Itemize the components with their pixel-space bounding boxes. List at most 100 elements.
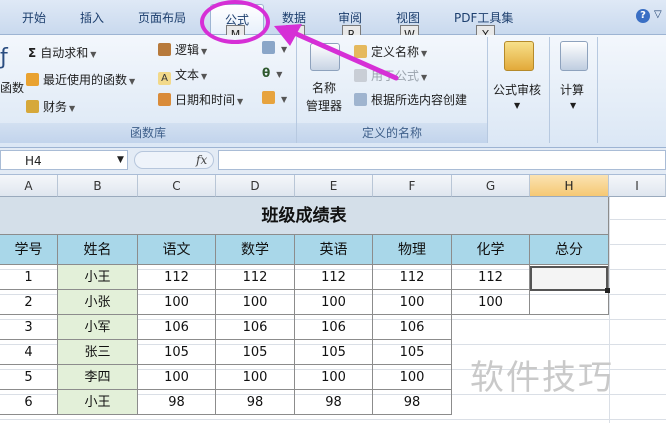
more-functions-button[interactable]: ▼: [262, 91, 287, 105]
sigma-icon: Σ: [28, 46, 37, 60]
table-cell[interactable]: 4: [0, 340, 58, 365]
autosum-label: 自动求和: [40, 46, 89, 60]
calculation-button[interactable]: 计算: [560, 81, 584, 98]
calculation-dropdown[interactable]: ▼: [570, 101, 576, 110]
table-cell[interactable]: 李四: [58, 365, 138, 390]
financial-icon: [26, 100, 39, 113]
group-divider: [597, 37, 598, 143]
table-cell[interactable]: 112: [216, 265, 295, 290]
table-cell[interactable]: 小王: [58, 390, 138, 415]
column-header-c[interactable]: C: [138, 175, 216, 197]
header-cell[interactable]: 数学: [216, 235, 295, 265]
table-cell[interactable]: 106: [216, 315, 295, 340]
table-cell[interactable]: 98: [216, 390, 295, 415]
recent-functions-button[interactable]: 最近使用的函数 ▼: [26, 71, 135, 88]
autosum-button[interactable]: Σ 自动求和 ▼: [28, 44, 96, 61]
create-from-selection-label: 根据所选内容创建: [371, 93, 468, 107]
active-cell-selection[interactable]: [530, 266, 608, 291]
calculator-icon: [560, 41, 588, 71]
financial-button[interactable]: 财务 ▼: [26, 98, 75, 115]
group-divider: [487, 37, 488, 143]
column-header-d[interactable]: D: [216, 175, 295, 197]
help-icon[interactable]: ?: [636, 9, 650, 23]
table-cell[interactable]: 112: [295, 265, 373, 290]
name-box-value: H4: [25, 154, 42, 168]
chevron-down-icon[interactable]: ▼: [117, 155, 124, 165]
header-cell[interactable]: 姓名: [58, 235, 138, 265]
datetime-button[interactable]: 日期和时间 ▼: [158, 91, 243, 108]
table-cell[interactable]: 小军: [58, 315, 138, 340]
datetime-icon: [158, 93, 171, 106]
table-cell[interactable]: 100: [216, 365, 295, 390]
group-label-function-library: 函数库: [0, 123, 296, 143]
financial-label: 财务: [43, 100, 68, 114]
column-header-b[interactable]: B: [58, 175, 138, 197]
fill-handle[interactable]: [605, 288, 610, 293]
table-cell[interactable]: 3: [0, 315, 58, 340]
insert-function-fx-icon[interactable]: fx: [196, 153, 207, 167]
star-icon: [26, 73, 39, 86]
formula-auditing-dropdown[interactable]: ▼: [514, 101, 520, 110]
header-cell[interactable]: 物理: [373, 235, 452, 265]
table-cell[interactable]: 100: [295, 365, 373, 390]
table-cell[interactable]: 100: [138, 365, 216, 390]
ribbon-minimize-icon[interactable]: ▽: [654, 9, 662, 20]
name-box[interactable]: H4 ▼: [0, 150, 128, 170]
column-header-f[interactable]: F: [373, 175, 452, 197]
table-cell[interactable]: 105: [138, 340, 216, 365]
table-cell[interactable]: 100: [216, 290, 295, 315]
table-cell[interactable]: 98: [138, 390, 216, 415]
table-cell[interactable]: 98: [373, 390, 452, 415]
watermark-text: 软件技巧: [470, 358, 614, 398]
table-cell[interactable]: 100: [452, 290, 530, 315]
formula-auditing-icon: [504, 41, 534, 71]
table-cell[interactable]: 100: [373, 365, 452, 390]
column-header-i[interactable]: I: [609, 175, 666, 197]
table-cell[interactable]: 112: [373, 265, 452, 290]
table-cell[interactable]: 106: [295, 315, 373, 340]
sheet-title[interactable]: 班级成绩表: [0, 197, 609, 235]
tab-page-layout[interactable]: 页面布局: [138, 9, 186, 26]
column-header-a[interactable]: A: [0, 175, 58, 197]
create-from-selection-button[interactable]: 根据所选内容创建: [354, 91, 467, 108]
table-cell[interactable]: 5: [0, 365, 58, 390]
table-cell[interactable]: 106: [373, 315, 452, 340]
table-cell[interactable]: 1: [0, 265, 58, 290]
formula-input[interactable]: [218, 150, 666, 170]
header-cell[interactable]: 化学: [452, 235, 530, 265]
column-header-h[interactable]: H: [530, 175, 609, 197]
header-cell[interactable]: 语文: [138, 235, 216, 265]
header-cell[interactable]: 英语: [295, 235, 373, 265]
insert-function-label[interactable]: 函数: [0, 79, 24, 96]
table-cell[interactable]: 100: [373, 290, 452, 315]
table-cell[interactable]: 100: [295, 290, 373, 315]
table-cell[interactable]: 小王: [58, 265, 138, 290]
header-cell[interactable]: 总分: [530, 235, 609, 265]
table-cell[interactable]: 2: [0, 290, 58, 315]
table-cell[interactable]: 105: [216, 340, 295, 365]
table-cell[interactable]: 112: [138, 265, 216, 290]
gridline: [0, 419, 666, 420]
tab-pdf-tools[interactable]: PDF工具集: [454, 9, 513, 26]
highlight-circle-annotation: [200, 0, 270, 44]
table-cell[interactable]: 100: [138, 290, 216, 315]
tab-insert[interactable]: 插入: [80, 9, 104, 26]
table-cell[interactable]: 106: [138, 315, 216, 340]
column-header-g[interactable]: G: [452, 175, 530, 197]
column-header-e[interactable]: E: [295, 175, 373, 197]
table-cell[interactable]: [530, 290, 609, 315]
table-cell[interactable]: 112: [452, 265, 530, 290]
table-cell[interactable]: 6: [0, 390, 58, 415]
table-cell[interactable]: 105: [373, 340, 452, 365]
table-cell[interactable]: 张三: [58, 340, 138, 365]
logical-button[interactable]: 逻辑 ▼: [158, 41, 207, 58]
tab-home[interactable]: 开始: [22, 9, 46, 26]
name-manager-label-2[interactable]: 管理器: [306, 97, 342, 114]
formula-auditing-button[interactable]: 公式审核: [493, 81, 541, 98]
text-button[interactable]: A 文本 ▼: [158, 66, 207, 85]
table-cell[interactable]: 小张: [58, 290, 138, 315]
header-cell[interactable]: 学号: [0, 235, 58, 265]
table-cell[interactable]: 105: [295, 340, 373, 365]
insert-function-icon[interactable]: ƒ: [0, 45, 8, 70]
table-cell[interactable]: 98: [295, 390, 373, 415]
